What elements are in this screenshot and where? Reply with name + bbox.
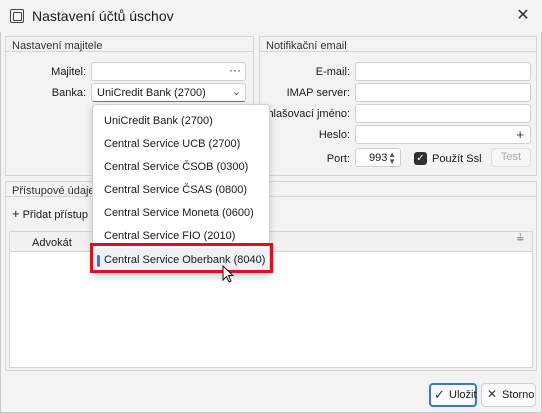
checkmark-icon: ✓: [434, 387, 445, 402]
port-value: 993: [369, 152, 388, 164]
bank-value: UniCredit Bank (2700): [97, 87, 206, 99]
bank-option[interactable]: Central Service UCB (2700): [93, 132, 269, 155]
add-access-button[interactable]: + Přidat přístup: [12, 206, 96, 224]
cancel-label: Storno: [502, 389, 535, 401]
column-header-advokat[interactable]: Advokát: [32, 237, 72, 249]
cancel-button[interactable]: ✕ Storno: [481, 383, 536, 407]
password-label: Heslo:: [318, 129, 350, 141]
save-button[interactable]: ✓ Uložit: [429, 383, 477, 407]
plus-icon: +: [12, 206, 20, 221]
bank-label: Banka:: [51, 87, 86, 99]
more-icon[interactable]: ···: [229, 63, 241, 77]
app-icon: [10, 9, 24, 23]
sort-icon[interactable]: ≟: [516, 234, 524, 245]
owner-group-title: Nastavení majitele: [6, 37, 253, 52]
close-icon[interactable]: ✕: [512, 5, 534, 27]
save-label: Uložit: [449, 389, 477, 401]
bank-option[interactable]: UniCredit Bank (2700): [93, 109, 269, 132]
ssl-label: Použít Ssl: [432, 153, 482, 165]
access-group-title: Přístupové údaje o: [6, 182, 536, 197]
chevron-down-icon[interactable]: ⌄: [232, 85, 241, 98]
test-button[interactable]: Test: [491, 148, 531, 167]
email-label: E-mail:: [315, 66, 350, 78]
bank-option[interactable]: Central Service Moneta (0600): [93, 201, 269, 224]
ssl-checkbox[interactable]: ✓: [414, 152, 427, 165]
port-stepper[interactable]: 993 ▲ ▼: [355, 148, 401, 167]
owner-field[interactable]: ···: [91, 62, 246, 81]
reveal-password-icon[interactable]: +: [516, 127, 524, 142]
port-label: Port:: [326, 153, 350, 165]
bank-option[interactable]: Central Service ČSOB (0300): [93, 155, 269, 178]
imap-label: IMAP server:: [286, 87, 350, 99]
bank-combobox[interactable]: UniCredit Bank (2700) ⌄: [91, 83, 246, 102]
imap-field[interactable]: [355, 83, 531, 102]
spin-arrows-icon[interactable]: ▲ ▼: [388, 151, 396, 166]
email-group-title: Notifikační email: [260, 37, 536, 52]
close-x-icon: ✕: [487, 387, 498, 401]
mouse-cursor-icon: [222, 265, 235, 283]
add-access-label: Přidat přístup: [22, 209, 89, 221]
owner-label: Majitel:: [51, 66, 86, 78]
highlight-box: [90, 243, 273, 273]
email-field[interactable]: [355, 62, 531, 81]
window-title: Nastavení účtů úschov: [32, 8, 174, 24]
bank-option[interactable]: Central Service ČSAS (0800): [93, 178, 269, 201]
login-field[interactable]: [355, 104, 531, 123]
password-field[interactable]: +: [355, 125, 531, 144]
